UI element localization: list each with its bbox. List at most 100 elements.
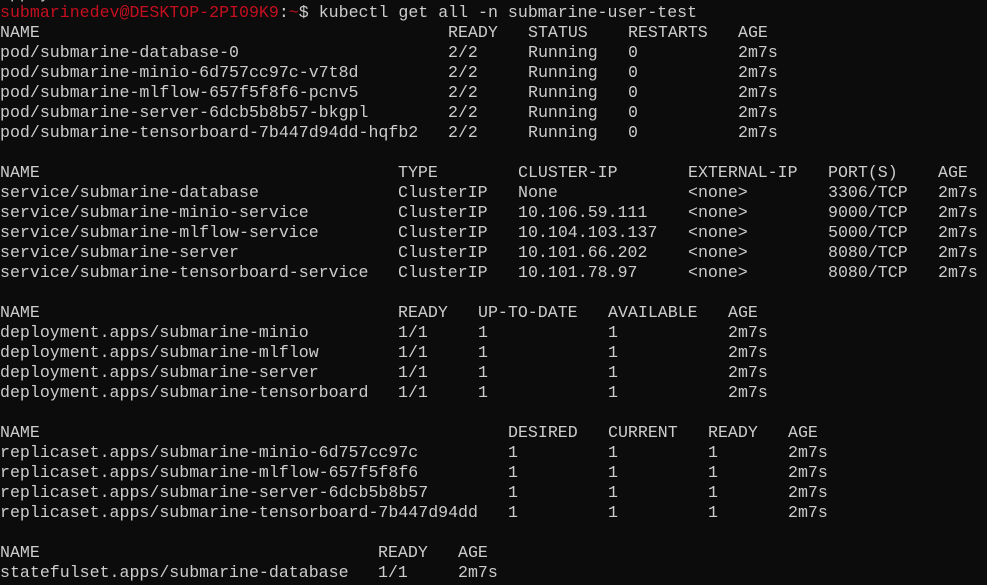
pods-row: pod/submarine-server-6dcb5b8b57-bkgpl 2/2…	[0, 103, 778, 123]
column-header-external-ip: EXTERNAL-IP	[688, 163, 798, 182]
cell-ready: 1/1	[398, 363, 428, 382]
terminal-screen: submarinedev@DESKTOP-2PI09K9:~$ kubectl …	[0, 3, 978, 583]
cell-current: 1	[608, 443, 618, 462]
cell-age: 2m7s	[938, 243, 978, 262]
cell-age: 2m7s	[788, 463, 828, 482]
cell-ready: 1/1	[398, 383, 428, 402]
services-row: service/submarine-server ClusterIP 10.101.…	[0, 243, 978, 263]
column-header-available: AVAILABLE	[608, 303, 698, 322]
cell-port-s: 8080/TCP	[828, 263, 908, 282]
cell-age: 2m7s	[788, 483, 828, 502]
replicasets-table: NAME DESIRED CURRENT READY AGE replicaset.app…	[0, 423, 828, 523]
cell-ready: 2/2	[448, 63, 478, 82]
cell-name: service/submarine-minio-service	[0, 203, 309, 222]
column-header-age: AGE	[728, 303, 758, 322]
cell-name: pod/submarine-database-0	[0, 43, 239, 62]
cell-up-to-date: 1	[478, 343, 488, 362]
column-header-name: NAME	[0, 423, 40, 442]
cell-name: replicaset.apps/submarine-server-6dcb5b8…	[0, 483, 429, 502]
column-header-port-s: PORT(S)	[828, 163, 898, 182]
services-header-row: NAME TYPE CLUSTER-IP EXTERNAL-IP PORT(S) AGE	[0, 163, 968, 183]
cell-current: 1	[608, 483, 618, 502]
cell-age: 2m7s	[788, 503, 828, 522]
terminal-window[interactable]: apply submarinedev@DESKTOP-2PI09K9:~$ ku…	[0, 0, 987, 585]
cell-name: deployment.apps/submarine-mlflow	[0, 343, 319, 362]
column-header-name: NAME	[0, 23, 40, 42]
prompt-symbol: $	[298, 3, 309, 22]
cell-restarts: 0	[628, 63, 638, 82]
cell-name: replicaset.apps/submarine-tensorboard-7b…	[0, 503, 478, 522]
cell-ready: 2/2	[448, 123, 478, 142]
cell-port-s: 8080/TCP	[828, 243, 908, 262]
deployments-table: NAME READY UP-TO-DATE AVAILABLE AGE deploymen…	[0, 303, 768, 403]
cell-restarts: 0	[628, 43, 638, 62]
cell-name: service/submarine-database	[0, 183, 259, 202]
deployments-row: deployment.apps/submarine-mlflow 1/1 1 1 2m7…	[0, 343, 768, 363]
cell-status: Running	[528, 43, 598, 62]
column-header-status: STATUS	[528, 23, 588, 42]
cell-up-to-date: 1	[478, 363, 488, 382]
replicasets-row: replicaset.apps/submarine-mlflow-657f5f8…	[0, 463, 828, 483]
entered-command: kubectl get all -n submarine-user-test	[318, 3, 698, 22]
cell-age: 2m7s	[738, 123, 778, 142]
replicasets-row: replicaset.apps/submarine-tensorboard-7b…	[0, 503, 828, 523]
cell-restarts: 0	[628, 103, 638, 122]
cell-age: 2m7s	[728, 383, 768, 402]
cell-cluster-ip: 10.101.78.97	[518, 263, 638, 282]
cell-cluster-ip: 10.101.66.202	[518, 243, 648, 262]
cell-name: pod/submarine-server-6dcb5b8b57-bkgpl	[0, 103, 369, 122]
deployments-row: deployment.apps/submarine-server 1/1 1 1 2m7…	[0, 363, 768, 383]
cell-age: 2m7s	[938, 203, 978, 222]
cell-age: 2m7s	[938, 183, 978, 202]
column-header-up-to-date: UP-TO-DATE	[478, 303, 578, 322]
cell-type: ClusterIP	[398, 243, 488, 262]
column-header-ready: READY	[378, 543, 428, 562]
statefulsets-row: statefulset.apps/submarine-database 1/1 2m…	[0, 563, 697, 583]
column-header-cluster-ip: CLUSTER-IP	[518, 163, 618, 182]
services-table: NAME TYPE CLUSTER-IP EXTERNAL-IP PORT(S) AGE s…	[0, 163, 978, 283]
deployments-row: deployment.apps/submarine-minio 1/1 1 1 2m7s	[0, 323, 768, 343]
cell-external-ip: <none>	[688, 203, 748, 222]
cell-up-to-date: 1	[478, 383, 488, 402]
replicasets-header-row: NAME DESIRED CURRENT READY AGE	[0, 423, 818, 443]
cell-name: service/submarine-server	[0, 243, 239, 262]
column-header-age: AGE	[738, 23, 768, 42]
cell-ready: 1/1	[398, 343, 428, 362]
cell-age: 2m7s	[738, 63, 778, 82]
cell-ready: 1	[708, 503, 718, 522]
cell-age: 2m7s	[738, 83, 778, 102]
cell-available: 1	[608, 323, 618, 342]
column-header-restarts: RESTARTS	[628, 23, 708, 42]
services-row: service/submarine-tensorboard-service Clu…	[0, 263, 978, 283]
deployments-header-row: NAME READY UP-TO-DATE AVAILABLE AGE	[0, 303, 758, 323]
cell-desired: 1	[508, 463, 518, 482]
replicasets-row: replicaset.apps/submarine-server-6dcb5b8…	[0, 483, 828, 503]
cell-ready: 1	[708, 463, 718, 482]
column-header-ready: READY	[398, 303, 448, 322]
pods-row: pod/submarine-minio-6d757cc97c-v7t8d 2/2 R…	[0, 63, 778, 83]
cell-port-s: 5000/TCP	[828, 223, 908, 242]
cell-age: 2m7s	[728, 363, 768, 382]
cell-external-ip: <none>	[688, 183, 748, 202]
replicasets-row: replicaset.apps/submarine-minio-6d757cc9…	[0, 443, 828, 463]
statefulsets-header-row: NAME READY AGE	[0, 543, 697, 563]
cell-name: deployment.apps/submarine-tensorboard	[0, 383, 369, 402]
column-header-age: AGE	[458, 543, 488, 562]
column-header-age: AGE	[938, 163, 968, 182]
column-header-ready: READY	[708, 423, 758, 442]
cell-status: Running	[528, 123, 598, 142]
command-prompt-line: submarinedev@DESKTOP-2PI09K9:~$ kubectl …	[0, 3, 697, 23]
cell-external-ip: <none>	[688, 223, 748, 242]
cell-age: 2m7s	[738, 103, 778, 122]
cell-port-s: 3306/TCP	[828, 183, 908, 202]
pods-row: pod/submarine-tensorboard-7b447d94dd-hqf…	[0, 123, 778, 143]
cell-external-ip: <none>	[688, 263, 748, 282]
cell-name: deployment.apps/submarine-server	[0, 363, 319, 382]
cell-age: 2m7s	[738, 43, 778, 62]
column-header-age: AGE	[788, 423, 818, 442]
deployments-row: deployment.apps/submarine-tensorboard 1/1…	[0, 383, 768, 403]
